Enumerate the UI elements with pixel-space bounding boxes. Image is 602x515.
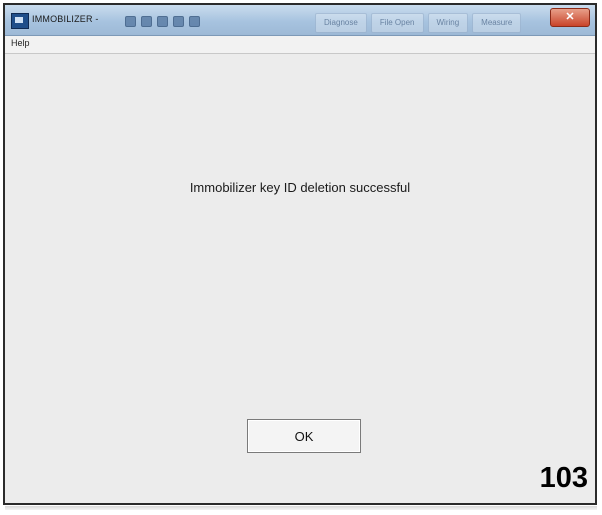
close-button[interactable]: ✕ — [550, 8, 590, 27]
toolbar-icon-4[interactable] — [173, 16, 184, 27]
tab-file-open[interactable]: File Open — [370, 13, 424, 33]
menu-bar: Help — [5, 36, 595, 54]
status-message: Immobilizer key ID deletion successful — [189, 180, 411, 195]
toolbar-icon-3[interactable] — [157, 16, 168, 27]
ok-button[interactable]: OK — [247, 419, 361, 453]
tab-wiring[interactable]: Wiring — [427, 13, 469, 33]
toolbar-icon-5[interactable] — [189, 16, 200, 27]
quick-access-toolbar — [125, 16, 200, 27]
page-number: 103 — [539, 462, 588, 494]
bottom-edge — [5, 506, 597, 510]
app-window: IMMOBILIZER - Diagnose File Open Wiring … — [3, 3, 597, 505]
app-icon — [11, 13, 29, 29]
window-title: IMMOBILIZER - — [32, 14, 99, 24]
title-tabs: Diagnose File Open Wiring Measure — [315, 13, 522, 33]
dialog-content: Immobilizer key ID deletion successful O… — [5, 54, 595, 503]
toolbar-icon-2[interactable] — [141, 16, 152, 27]
close-icon: ✕ — [565, 11, 575, 23]
menu-item-help[interactable]: Help — [11, 38, 30, 48]
tab-diagnose[interactable]: Diagnose — [315, 13, 367, 33]
title-bar: IMMOBILIZER - Diagnose File Open Wiring … — [5, 5, 595, 36]
toolbar-icon-1[interactable] — [125, 16, 136, 27]
tab-measure[interactable]: Measure — [472, 13, 522, 33]
